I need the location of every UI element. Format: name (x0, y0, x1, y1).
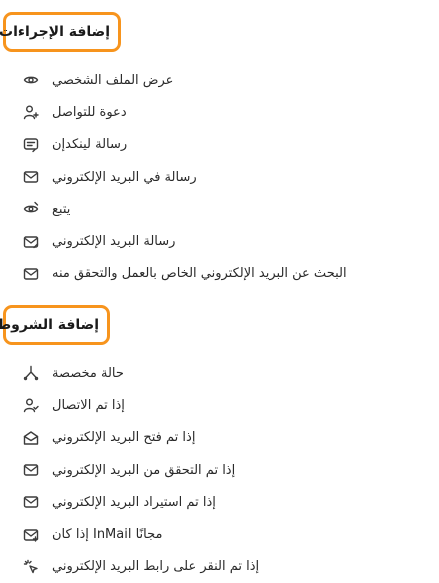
action-item-email-letter[interactable]: رسالة البريد الإلكتروني (0, 225, 439, 257)
condition-item-label: مجانًا InMail إذا كان (52, 527, 163, 543)
chat-message-icon (22, 136, 40, 154)
action-item-label: دعوة للتواصل (52, 104, 127, 120)
action-item-label: رسالة في البريد الإلكتروني (52, 169, 197, 185)
action-item-label: يتبع (52, 201, 71, 217)
mail-open-icon (22, 429, 40, 447)
mail-send-icon (22, 233, 40, 251)
add-person-icon (22, 103, 40, 121)
mail-check-icon (22, 493, 40, 511)
branch-icon (22, 364, 40, 382)
condition-item-inmail-free[interactable]: مجانًا InMail إذا كان (0, 518, 439, 550)
condition-item-custom[interactable]: حالة مخصصة (0, 357, 439, 389)
action-item-find-work-email[interactable]: البحث عن البريد الإلكتروني الخاص بالعمل … (0, 258, 439, 290)
section-title-actions: إضافة الإجراءات (0, 12, 121, 52)
condition-item-label: إذا تم النقر على رابط البريد الإلكتروني (52, 559, 260, 575)
condition-item-label: إذا تم التحقق من البريد الإلكتروني (52, 462, 236, 478)
action-item-follow[interactable]: يتبع (0, 193, 439, 225)
mail-check-icon (22, 265, 40, 283)
condition-item-label: إذا تم استيراد البريد الإلكتروني (52, 494, 216, 510)
mail-send-icon (22, 168, 40, 186)
action-item-linkedin-message[interactable]: رسالة لينكدإن (0, 129, 439, 161)
condition-item-label: إذا تم الاتصال (52, 397, 125, 413)
action-item-label: رسالة البريد الإلكتروني (52, 234, 176, 250)
eye-icon (22, 71, 40, 89)
condition-item-email-opened[interactable]: إذا تم فتح البريد الإلكتروني (0, 422, 439, 454)
conditions-list: حالة مخصصة إذا تم الاتصال إذا تم فتح الب… (0, 357, 439, 583)
follow-eye-icon (22, 200, 40, 218)
condition-item-if-connected[interactable]: إذا تم الاتصال (0, 389, 439, 421)
action-item-invite-connect[interactable]: دعوة للتواصل (0, 96, 439, 128)
action-item-label: عرض الملف الشخصي (52, 72, 174, 88)
mail-check-icon (22, 461, 40, 479)
condition-item-label: إذا تم فتح البريد الإلكتروني (52, 430, 196, 446)
actions-list: عرض الملف الشخصي دعوة للتواصل رسالة لينك… (0, 64, 439, 290)
action-item-view-profile[interactable]: عرض الملف الشخصي (0, 64, 439, 96)
action-item-label: رسالة لينكدإن (52, 137, 128, 153)
section-title-conditions: إضافة الشروط (0, 305, 110, 345)
person-check-icon (22, 396, 40, 414)
click-icon (22, 558, 40, 576)
action-item-label: البحث عن البريد الإلكتروني الخاص بالعمل … (52, 266, 347, 282)
condition-item-email-imported[interactable]: إذا تم استيراد البريد الإلكتروني (0, 486, 439, 518)
action-item-email-message[interactable]: رسالة في البريد الإلكتروني (0, 161, 439, 193)
condition-item-label: حالة مخصصة (52, 365, 124, 381)
condition-item-email-link-clicked[interactable]: إذا تم النقر على رابط البريد الإلكتروني (0, 551, 439, 583)
condition-item-email-verified[interactable]: إذا تم التحقق من البريد الإلكتروني (0, 454, 439, 486)
mail-star-icon (22, 526, 40, 544)
